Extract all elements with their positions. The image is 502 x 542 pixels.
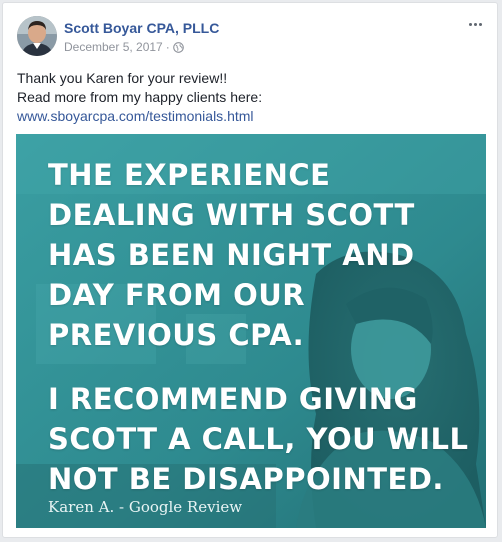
post-date[interactable]: December 5, 2017 — [64, 39, 163, 55]
quote-line: HAS BEEN NIGHT AND — [48, 238, 415, 272]
post-text-line: Thank you Karen for your review!! — [17, 70, 228, 86]
quote-part-2: I RECOMMEND GIVING SCOTT A CALL, YOU WIL… — [48, 379, 468, 499]
quote-line: THE EXPERIENCE — [48, 158, 331, 192]
quote-attribution: Karen A. - Google Review — [48, 498, 243, 516]
post-meta: December 5, 2017 · — [64, 39, 184, 55]
post-text-line: Read more from my happy clients here: — [17, 89, 263, 105]
quote-line: SCOTT A CALL, YOU WILL — [48, 422, 469, 456]
page-name-link[interactable]: Scott Boyar CPA, PLLC — [64, 19, 219, 37]
quote-line: DAY FROM OUR — [48, 278, 306, 312]
quote-line: DEALING WITH SCOTT — [48, 198, 415, 232]
facebook-post-card: Scott Boyar CPA, PLLC December 5, 2017 ·… — [2, 2, 498, 538]
quote-line: I RECOMMEND GIVING — [48, 382, 418, 416]
avatar-portrait — [17, 16, 57, 56]
quote-line: NOT BE DISAPPOINTED. — [48, 462, 444, 496]
post-image[interactable]: THE EXPERIENCE DEALING WITH SCOTT HAS BE… — [16, 134, 486, 528]
globe-icon[interactable] — [172, 41, 184, 53]
more-options-icon[interactable] — [465, 17, 485, 31]
avatar[interactable] — [17, 16, 57, 56]
meta-separator: · — [165, 40, 170, 54]
post-message: Thank you Karen for your review!! Read m… — [17, 69, 487, 126]
quote-line: PREVIOUS CPA. — [48, 318, 305, 352]
testimonials-link[interactable]: www.sboyarcpa.com/testimonials.html — [17, 107, 487, 126]
quote-part-1: THE EXPERIENCE DEALING WITH SCOTT HAS BE… — [48, 155, 415, 355]
